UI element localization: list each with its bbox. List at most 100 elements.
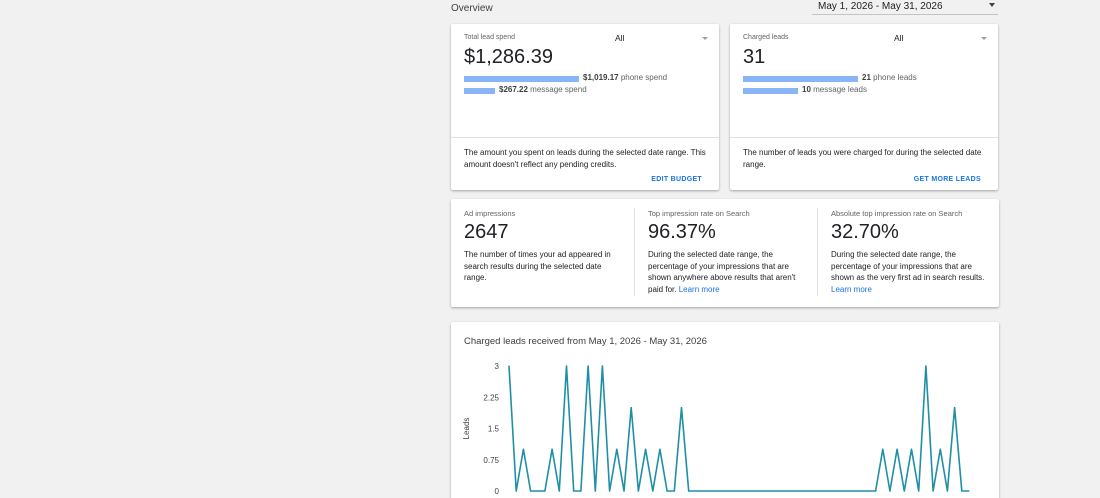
data-point	[659, 448, 661, 450]
charged-leads-label: Charged leads	[743, 34, 789, 41]
data-point	[601, 365, 603, 367]
data-point	[903, 490, 905, 492]
date-range-text: May 1, 2026 - May 31, 2026	[818, 1, 943, 12]
message-leads-amount: 10	[802, 85, 811, 94]
message-spend-bar	[464, 88, 495, 94]
data-point	[875, 490, 877, 492]
data-point	[688, 490, 690, 492]
filter-caret-icon[interactable]	[981, 37, 987, 40]
data-point	[716, 490, 718, 492]
data-point	[946, 490, 948, 492]
metric-value: 32.70%	[831, 221, 899, 243]
data-point	[537, 490, 539, 492]
filter-caret-icon[interactable]	[702, 37, 708, 40]
learn-more-link[interactable]: Learn more	[831, 285, 872, 294]
data-point	[587, 365, 589, 367]
metric-value: 96.37%	[648, 221, 716, 243]
data-point	[623, 490, 625, 492]
phone-leads-suffix: phone leads	[873, 73, 917, 82]
data-point	[853, 490, 855, 492]
data-point	[774, 490, 776, 492]
data-point	[709, 490, 711, 492]
data-point	[896, 448, 898, 450]
data-point	[652, 490, 654, 492]
phone-spend-amount: $1,019.17	[583, 73, 619, 82]
phone-spend-bar	[464, 76, 579, 82]
message-spend-amount: $267.22	[499, 85, 528, 94]
data-point	[839, 490, 841, 492]
data-point	[666, 490, 668, 492]
lead-spend-label: Total lead spend	[464, 34, 515, 41]
data-point	[637, 490, 639, 492]
data-point	[702, 490, 704, 492]
charged-leads-value: 31	[743, 46, 766, 68]
data-point	[867, 490, 869, 492]
metric-description-text: During the selected date range, the perc…	[831, 250, 985, 282]
metric-value: 2647	[464, 221, 509, 243]
data-point	[544, 490, 546, 492]
phone-leads-bar	[743, 76, 858, 82]
data-point	[882, 448, 884, 450]
date-range-selector[interactable]: May 1, 2026 - May 31, 2026	[812, 0, 998, 15]
data-point	[530, 490, 532, 492]
message-leads-label: 10 message leads	[802, 85, 867, 94]
metric-description: The number of times your ad appeared in …	[464, 250, 611, 282]
get-more-leads-button[interactable]: GET MORE LEADS	[914, 176, 981, 183]
data-point	[889, 490, 891, 492]
phone-leads-label: 21 phone leads	[862, 73, 917, 82]
metric-label: Ad impressions	[464, 209, 516, 218]
charged-leads-filter[interactable]: All	[894, 33, 903, 43]
data-point	[831, 490, 833, 492]
data-point	[795, 490, 798, 492]
ad-impressions-metric: Ad impressions 2647 The number of times …	[451, 199, 633, 307]
top-impression-rate-metric: Top impression rate on Search 96.37% Dur…	[634, 208, 816, 296]
phone-spend-suffix: phone spend	[620, 73, 668, 82]
data-point	[616, 448, 618, 450]
metric-description: During the selected date range, the perc…	[831, 249, 986, 295]
edit-budget-button[interactable]: EDIT BUDGET	[651, 176, 702, 183]
data-point	[580, 490, 582, 492]
message-spend-label: $267.22 message spend	[499, 85, 587, 94]
series-line	[508, 365, 969, 492]
data-point	[609, 490, 611, 492]
data-point	[767, 490, 769, 492]
message-leads-suffix: message leads	[813, 85, 867, 94]
card-divider	[730, 137, 998, 138]
y-axis-label: Leads	[462, 418, 471, 440]
y-tick-label: 0.75	[483, 456, 499, 465]
data-point	[788, 490, 790, 492]
data-point	[954, 407, 956, 409]
data-point	[846, 490, 848, 492]
metric-description: During the selected date range, the perc…	[648, 249, 803, 295]
charged-leads-card: Charged leads All 31 21 phone leads 10 m…	[730, 24, 998, 190]
charged-leads-chart-card: Charged leads received from May 1, 2026 …	[451, 322, 999, 498]
lead-spend-filter[interactable]: All	[615, 33, 624, 43]
learn-more-link[interactable]: Learn more	[679, 285, 720, 294]
absolute-top-impression-rate-metric: Absolute top impression rate on Search 3…	[817, 208, 999, 296]
data-point	[558, 490, 560, 492]
data-point	[760, 490, 762, 492]
impressions-card: Ad impressions 2647 The number of times …	[451, 199, 999, 307]
data-point	[594, 490, 596, 492]
data-point	[724, 490, 726, 492]
message-leads-bar	[743, 88, 798, 94]
data-point	[680, 407, 683, 409]
leads-line-chart: 0 0.75 1.5 2.25 3 Leads	[462, 362, 970, 496]
data-point	[573, 490, 575, 492]
data-point	[645, 448, 647, 450]
metric-label: Absolute top impression rate on Search	[831, 209, 963, 218]
data-point	[810, 490, 812, 492]
data-point	[508, 365, 510, 367]
data-point	[515, 490, 517, 492]
message-spend-suffix: message spend	[530, 85, 587, 94]
data-point	[860, 490, 862, 492]
y-tick-label: 0	[495, 487, 500, 496]
charged-leads-description: The number of leads you were charged for…	[743, 148, 982, 169]
data-point	[968, 490, 970, 492]
y-tick-label: 1.5	[488, 425, 500, 434]
data-point	[738, 490, 740, 492]
data-point	[551, 448, 553, 450]
lead-spend-value: $1,286.39	[464, 46, 553, 68]
data-point	[939, 448, 941, 450]
data-point	[745, 490, 747, 492]
